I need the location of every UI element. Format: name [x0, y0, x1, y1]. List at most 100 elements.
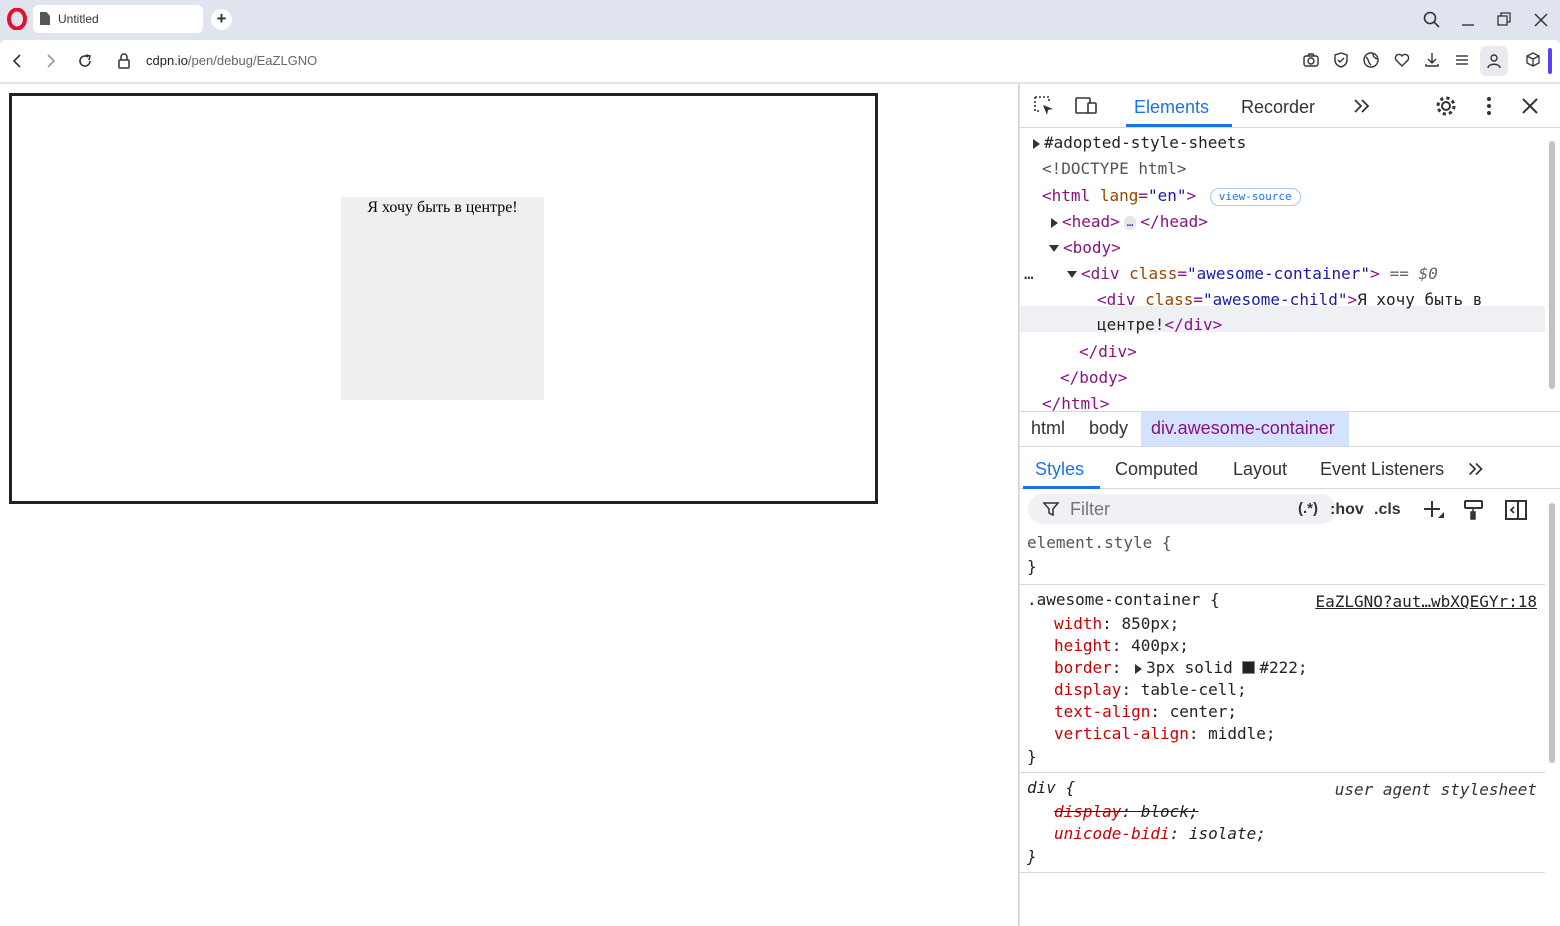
collapse-triangle-icon[interactable]: [1049, 245, 1059, 252]
easy-setup-icon[interactable]: [1453, 51, 1471, 69]
search-icon[interactable]: [1422, 10, 1442, 30]
css-property-text-align[interactable]: text-align: center;: [1054, 701, 1237, 723]
rule-selector[interactable]: div {: [1027, 777, 1075, 799]
css-property-display[interactable]: display: table-cell;: [1054, 679, 1247, 701]
rule-selector[interactable]: element.style {: [1027, 532, 1172, 554]
tab-layout[interactable]: Layout: [1233, 459, 1287, 480]
profile-icon: [1487, 54, 1501, 69]
more-tabs-chevron-icon[interactable]: [1350, 94, 1374, 118]
collapsed-children-badge[interactable]: …: [1123, 215, 1137, 230]
close-window-icon[interactable]: [1531, 10, 1551, 30]
rule-close-brace: }: [1027, 557, 1037, 576]
styles-filter-row: (.*) :hov .cls: [1020, 489, 1545, 529]
dom-tree-scrollbar[interactable]: [1546, 129, 1560, 411]
more-options-icon[interactable]: [1477, 94, 1501, 118]
css-property-height[interactable]: height: 400px;: [1054, 635, 1189, 657]
elements-tab-indicator: [1126, 124, 1232, 127]
scrollbar-thumb[interactable]: [1549, 141, 1555, 389]
expand-triangle-icon[interactable]: [1033, 138, 1040, 149]
dom-node-div-close[interactable]: </div>: [1079, 339, 1137, 365]
dom-node-adopted-style-sheets[interactable]: #adopted-style-sheets: [1033, 130, 1246, 156]
regex-toggle-button[interactable]: (.*): [1298, 500, 1318, 517]
extensions-cube-icon[interactable]: [1524, 51, 1542, 69]
dom-node-awesome-child-cont[interactable]: центре!</div>: [1097, 312, 1222, 338]
url-field[interactable]: cdpn.io/pen/debug/EaZLGNO: [146, 53, 317, 68]
dom-node-html[interactable]: <html lang="en"> view-source: [1042, 183, 1301, 209]
settings-gear-icon[interactable]: [1434, 94, 1458, 118]
cls-button[interactable]: .cls: [1374, 501, 1401, 519]
breadcrumb-awesome-container[interactable]: div.awesome-container: [1151, 418, 1335, 439]
css-property-border[interactable]: border: 3px solid #222;: [1054, 657, 1308, 679]
camera-icon[interactable]: [1302, 51, 1320, 69]
address-bar: cdpn.io/pen/debug/EaZLGNO: [0, 40, 1560, 82]
lock-icon[interactable]: [114, 51, 134, 71]
css-property-vertical-align[interactable]: vertical-align: middle;: [1054, 723, 1276, 745]
device-toolbar-icon[interactable]: [1074, 94, 1098, 118]
browser-tab[interactable]: Untitled: [33, 5, 203, 33]
download-icon[interactable]: [1423, 51, 1441, 69]
paint-roller-icon[interactable]: [1462, 498, 1486, 522]
styles-tabbar: Styles Computed Layout Event Listeners: [1020, 447, 1560, 489]
dom-node-head[interactable]: <head>… </head>: [1051, 209, 1208, 235]
inspect-element-icon[interactable]: [1032, 94, 1056, 118]
dom-node-doctype[interactable]: <!DOCTYPE html>: [1042, 156, 1187, 182]
scrollbar-thumb[interactable]: [1549, 503, 1555, 763]
row-actions-dots[interactable]: …: [1024, 261, 1034, 287]
breadcrumb: html body div.awesome-container: [1020, 411, 1560, 447]
tab-event-listeners[interactable]: Event Listeners: [1320, 459, 1444, 480]
collapse-triangle-icon[interactable]: [1067, 271, 1077, 278]
restore-icon[interactable]: [1494, 10, 1514, 30]
tab-recorder[interactable]: Recorder: [1241, 97, 1315, 118]
tab-styles[interactable]: Styles: [1035, 459, 1084, 480]
styles-filter-input[interactable]: [1070, 498, 1270, 520]
rule-close-brace: }: [1027, 847, 1037, 866]
sidebar-accent-bar: [1548, 48, 1552, 74]
forward-icon[interactable]: [40, 51, 60, 71]
url-host: cdpn.io: [146, 53, 188, 68]
rule-close-brace: }: [1027, 747, 1037, 766]
new-tab-button[interactable]: +: [211, 9, 232, 30]
more-tabs-chevron-icon[interactable]: [1465, 458, 1487, 480]
opera-logo-icon[interactable]: [6, 8, 28, 30]
back-icon[interactable]: [8, 51, 28, 71]
border-color-value: #222;: [1259, 658, 1308, 677]
dom-node-body[interactable]: <body>: [1049, 235, 1121, 261]
breadcrumb-html[interactable]: html: [1031, 418, 1065, 439]
reload-icon[interactable]: [75, 51, 95, 71]
filter-box: (.*): [1028, 494, 1336, 524]
close-devtools-icon[interactable]: [1518, 94, 1542, 118]
new-rule-plus-icon[interactable]: [1422, 498, 1446, 522]
expand-triangle-icon[interactable]: [1051, 217, 1058, 228]
css-property-unicode-bidi[interactable]: unicode-bidi: isolate;: [1054, 823, 1266, 845]
dom-node-body-close[interactable]: </body>: [1060, 365, 1127, 391]
css-property-display-overridden[interactable]: display: block;: [1054, 801, 1199, 823]
rule-awesome-container[interactable]: .awesome-container { EaZLGNO?aut…wbXQEGY…: [1020, 585, 1545, 773]
devtools-panel: Elements Recorder #adopted-style-sheets …: [1020, 84, 1560, 926]
rule-element-style[interactable]: element.style { }: [1020, 529, 1545, 585]
view-source-badge[interactable]: view-source: [1209, 187, 1301, 206]
breadcrumb-body[interactable]: body: [1089, 418, 1128, 439]
border-value-prefix: 3px solid: [1146, 658, 1243, 677]
profile-button[interactable]: [1480, 46, 1508, 76]
toggle-sidebar-icon[interactable]: [1504, 498, 1528, 522]
dom-node-awesome-child[interactable]: <div class="awesome-child">Я хочу быть в: [1097, 287, 1482, 313]
css-property-width[interactable]: width: 850px;: [1054, 613, 1179, 635]
styles-scrollbar[interactable]: [1546, 489, 1560, 926]
tab-computed[interactable]: Computed: [1115, 459, 1198, 480]
shield-icon[interactable]: [1332, 51, 1350, 69]
rule-source-link[interactable]: EaZLGNO?aut…wbXQEGYr:18: [1315, 591, 1537, 613]
dom-tree: #adopted-style-sheets <!DOCTYPE html> <h…: [1020, 129, 1545, 413]
expand-triangle-icon[interactable]: [1135, 663, 1143, 674]
url-path: /pen/debug/EaZLGNO: [187, 53, 318, 68]
vpn-globe-icon[interactable]: [1362, 51, 1380, 69]
dom-node-awesome-container[interactable]: <div class="awesome-container"> == $0: [1067, 261, 1438, 287]
heart-icon[interactable]: [1393, 51, 1411, 69]
minimize-icon[interactable]: [1458, 10, 1478, 30]
page-viewport: Я хочу быть в центре!: [0, 84, 1019, 926]
rule-selector[interactable]: .awesome-container {: [1027, 589, 1220, 611]
rule-div-user-agent[interactable]: div { user agent stylesheet display: blo…: [1020, 773, 1545, 873]
hov-button[interactable]: :hov: [1330, 501, 1364, 519]
awesome-container: Я хочу быть в центре!: [9, 93, 878, 504]
color-swatch[interactable]: [1242, 661, 1256, 674]
tab-elements[interactable]: Elements: [1134, 97, 1209, 118]
